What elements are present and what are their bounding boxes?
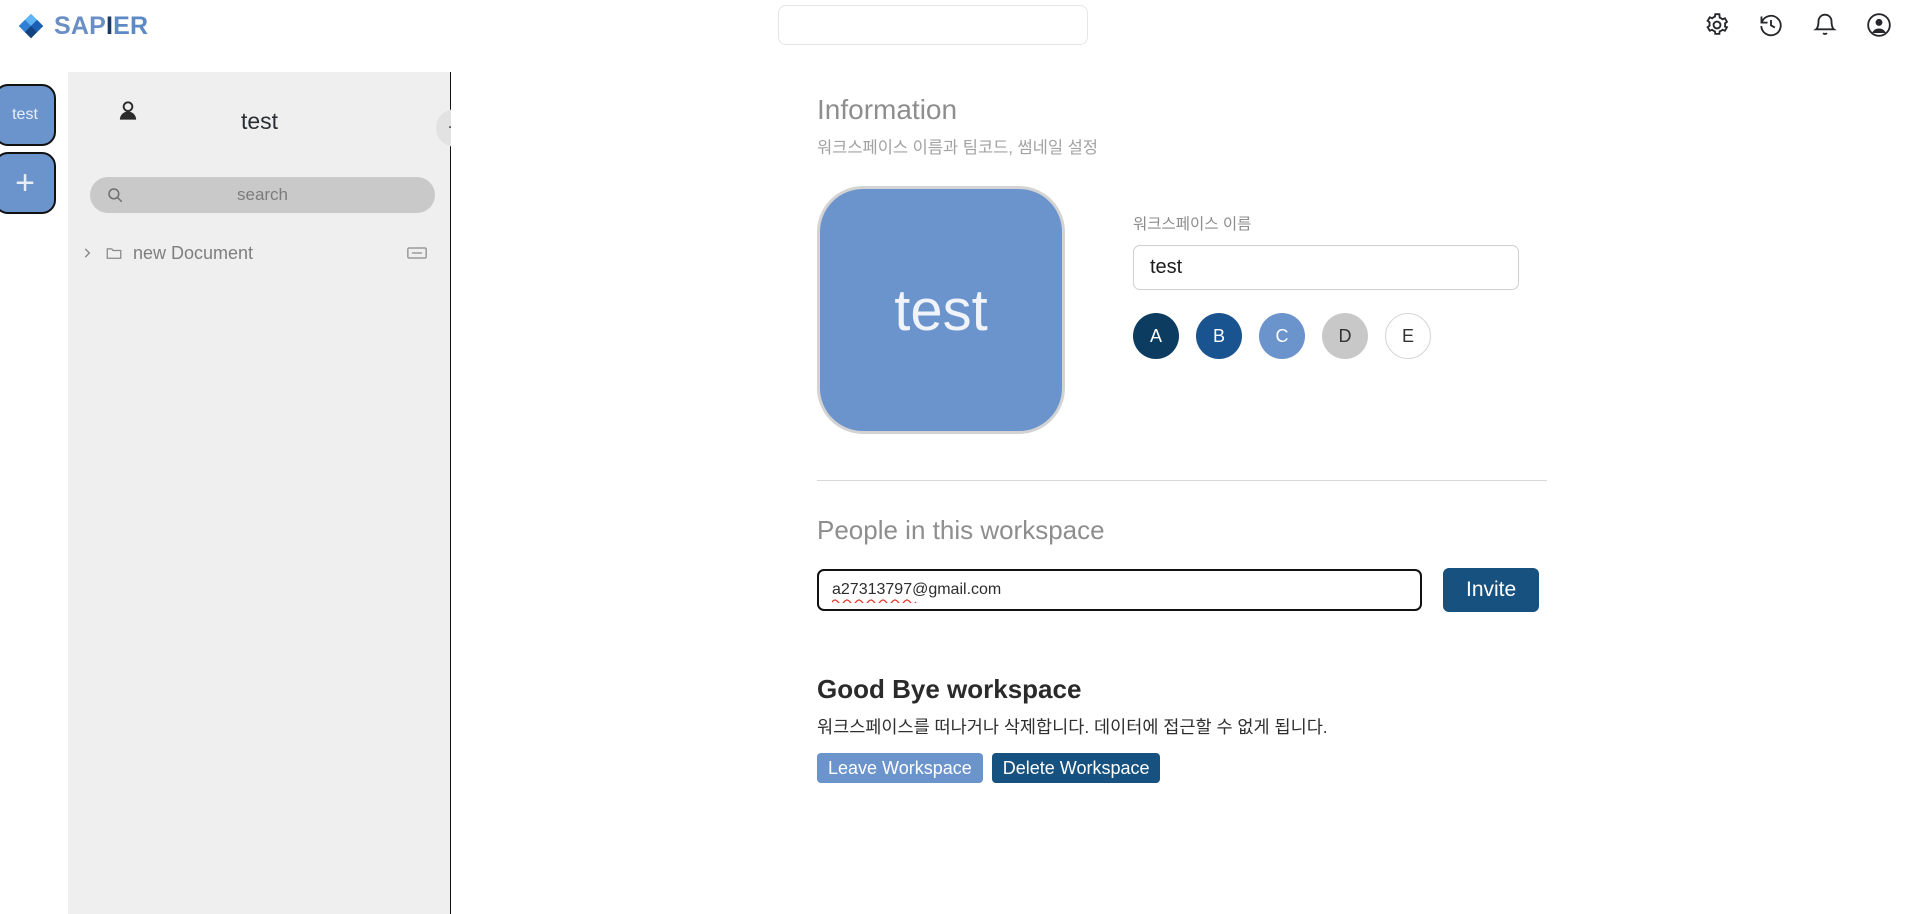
color-swatch-e-label: E [1401,325,1414,346]
goodbye-buttons: Leave Workspace Delete Workspace [817,753,1547,783]
delete-workspace-button[interactable]: Delete Workspace [991,753,1161,783]
main-content: Information 워크스페이스 이름과 팀코드, 썸네일 설정 test … [451,72,1914,914]
information-row: test 워크스페이스 이름 A B C [817,186,1547,434]
people-title: People in this workspace [817,515,1105,545]
settings-content: Information 워크스페이스 이름과 팀코드, 썸네일 설정 test … [817,72,1547,783]
color-swatch-e[interactable]: E [1385,313,1431,359]
goodbye-title: Good Bye workspace [817,674,1082,704]
brand-text-part1: SAP [54,12,107,40]
color-swatch-d[interactable]: D [1322,313,1368,359]
workspace-name-input[interactable] [1133,245,1519,290]
sidebar-tree-item-label: new Document [133,242,254,263]
color-swatch-c[interactable]: C [1259,313,1305,359]
information-subtitle: 워크스페이스 이름과 팀코드, 썸네일 설정 [817,139,1098,157]
invite-button[interactable]: Invite [1443,568,1540,612]
color-swatch-group: A B C D E [1133,313,1519,359]
gem-diamond-icon [18,13,44,39]
color-swatch-d-label: D [1338,325,1352,346]
sidebar-panel: test + search new Document [68,72,474,914]
sidebar-search-box[interactable]: search [90,177,435,213]
color-swatch-b-label: B [1212,325,1225,346]
color-swatch-a-label: A [1149,325,1162,346]
chevron-right-icon[interactable] [80,246,94,260]
workspace-thumbnail[interactable]: test [817,186,1065,434]
sidebar-header: test + [68,72,474,152]
workspace-rail: test + [0,65,68,914]
information-title: Information [817,94,958,125]
rail-workspace-test[interactable]: test [0,84,56,146]
invite-email-wrapper [817,569,1422,611]
color-swatch-a[interactable]: A [1133,313,1179,359]
account-circle-icon[interactable] [1866,12,1892,38]
sidebar-tree-item-new-document[interactable]: new Document [68,236,451,270]
workspace-name-label: 워크스페이스 이름 [1133,216,1252,233]
bell-icon[interactable] [1812,12,1838,38]
gear-icon[interactable] [1704,12,1730,38]
sidebar-search-placeholder: search [236,185,289,204]
invite-row: Invite [817,568,1547,612]
search-icon [108,188,123,203]
goodbye-description: 워크스페이스를 떠나거나 삭제합니다. 데이터에 접근할 수 없게 됩니다. [817,717,1328,737]
brand-text: SAPIER [54,13,148,39]
workspace-name-column: 워크스페이스 이름 A B C D [1133,186,1519,434]
invite-email-input[interactable] [817,569,1422,611]
leave-workspace-button[interactable]: Leave Workspace [817,753,983,783]
rail-add-workspace-button[interactable]: + [0,152,56,214]
top-bar: SAPIER [0,0,1914,65]
sidebar-workspace-title: test [240,108,279,134]
rectangle-icon[interactable] [407,247,427,259]
folder-icon [106,248,122,259]
header-search-input[interactable] [778,5,1088,45]
app-root: SAPIER test + test search new Document I… [0,0,1914,914]
section-divider [817,480,1547,481]
brand-text-part3: ER [113,12,149,40]
top-bar-icons [1704,12,1892,38]
history-icon[interactable] [1758,12,1784,38]
color-swatch-b[interactable]: B [1196,313,1242,359]
color-swatch-c-label: C [1275,325,1289,346]
brand-logo[interactable]: SAPIER [18,13,148,39]
